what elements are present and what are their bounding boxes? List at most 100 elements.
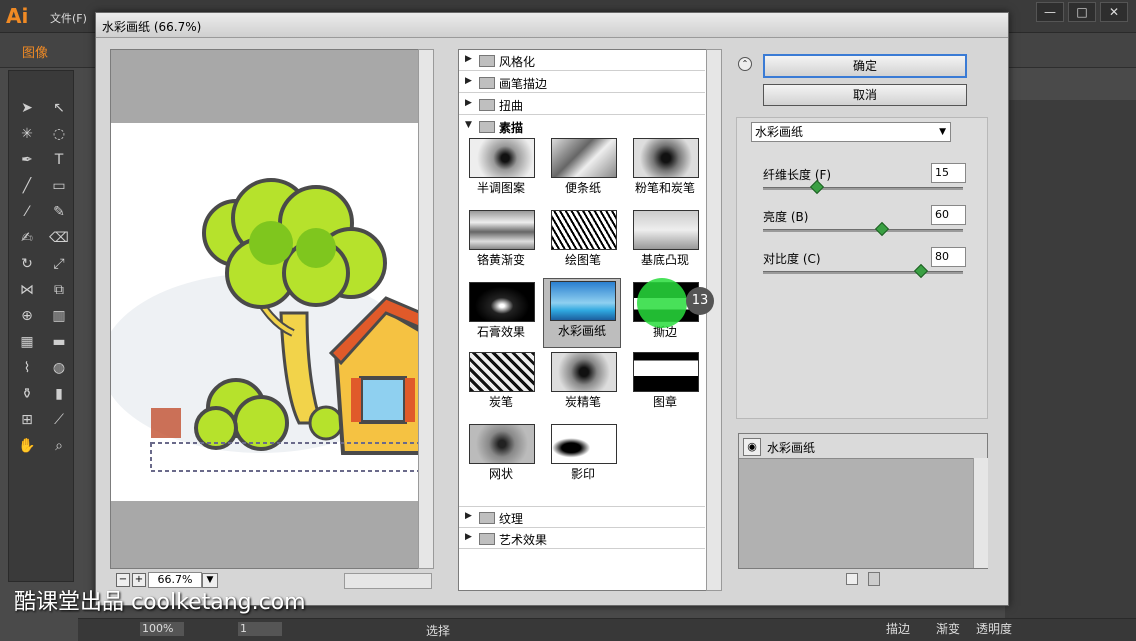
param-slider-track[interactable] — [763, 229, 963, 232]
layers-scrollbar[interactable] — [973, 458, 988, 568]
slice-tool-icon[interactable]: ⟋ — [47, 409, 71, 431]
category-label: 扭曲 — [499, 99, 524, 113]
thumb-image — [551, 424, 617, 464]
filter-thumb-chalk-charcoal[interactable]: 粉笔和炭笔 — [627, 136, 703, 204]
thumb-image — [633, 210, 699, 250]
category-sketch[interactable]: ▼ 素描 — [459, 116, 705, 137]
filter-thumb-halftone[interactable]: 半调图案 — [463, 136, 539, 204]
dialog-titlebar[interactable]: 水彩画纸 (66.7%) — [96, 13, 1008, 38]
filter-thumb-bas-relief[interactable]: 基底凸现 — [627, 208, 703, 276]
zoom-tool-icon[interactable]: ⌕ — [47, 435, 71, 457]
gradient-tool-icon[interactable]: ▬ — [47, 331, 71, 353]
collapse-gallery-icon[interactable]: ⌃ — [738, 57, 752, 71]
filter-thumb-note-paper[interactable]: 便条纸 — [545, 136, 621, 204]
pen-tool-icon[interactable]: ✒ — [15, 149, 39, 171]
eyedropper-icon[interactable]: ⌇ — [15, 357, 39, 379]
folder-icon — [479, 512, 495, 524]
filter-thumb-reticulation[interactable]: 网状 — [463, 422, 539, 490]
category-brush-strokes[interactable]: ▶ 画笔描边 — [459, 72, 705, 93]
category-texture[interactable]: ▶ 纹理 — [459, 506, 705, 528]
preview-vertical-scrollbar[interactable] — [418, 49, 434, 569]
new-effect-layer-icon[interactable] — [846, 573, 858, 585]
hand-tool-icon[interactable]: ✋ — [15, 435, 39, 457]
filter-thumb-charcoal[interactable]: 炭笔 — [463, 350, 539, 418]
filter-thumb-conte-crayon[interactable]: 炭精笔 — [545, 350, 621, 418]
thumb-label: 影印 — [570, 467, 595, 481]
eye-icon[interactable]: ◉ — [743, 438, 761, 456]
artboard-tool-icon[interactable]: ⊞ — [15, 409, 39, 431]
effect-layer-row[interactable]: ◉ 水彩画纸 — [739, 434, 987, 459]
thumb-image — [551, 210, 617, 250]
type-tool-icon[interactable]: T — [47, 149, 71, 171]
category-label: 风格化 — [499, 55, 536, 69]
blend-tool-icon[interactable]: ◍ — [47, 357, 71, 379]
filter-thumb-chrome[interactable]: 铬黄渐变 — [463, 208, 539, 276]
lasso-icon[interactable]: ◌ — [47, 123, 71, 145]
slider-knob-icon[interactable] — [913, 263, 928, 279]
free-transform-icon[interactable]: ⧉ — [47, 279, 71, 301]
width-tool-icon[interactable]: ⋈ — [15, 279, 39, 301]
thumb-label: 水彩画纸 — [557, 324, 606, 338]
status-zoom[interactable]: 100% — [140, 622, 184, 636]
thumb-image — [469, 424, 535, 464]
thumb-image — [469, 352, 535, 392]
panel-tab-transparency[interactable]: 透明度 — [976, 620, 1012, 637]
blob-brush-icon[interactable]: ✍ — [15, 227, 39, 249]
filter-thumb-photocopy[interactable]: 影印 — [545, 422, 621, 490]
direct-select-tool-icon[interactable]: ↖ — [47, 97, 71, 119]
mesh-tool-icon[interactable]: ▦ — [15, 331, 39, 353]
minimize-button[interactable]: — — [1036, 2, 1064, 22]
category-artistic[interactable]: ▶ 艺术效果 — [459, 528, 705, 549]
param-label: 纤维长度 (F) — [763, 168, 832, 182]
line-tool-icon[interactable]: ╱ — [15, 175, 39, 197]
filter-thumb-plaster[interactable]: 石膏效果 — [463, 280, 539, 348]
rectangle-tool-icon[interactable]: ▭ — [47, 175, 71, 197]
panel-tab-gradient[interactable]: 渐变 — [936, 620, 960, 637]
filter-list-scrollbar[interactable] — [706, 49, 722, 591]
expand-arrow-icon: ▶ — [465, 511, 472, 521]
graph-tool-icon[interactable]: ▥ — [47, 305, 71, 327]
symbol-sprayer-icon[interactable]: ⚱ — [15, 383, 39, 405]
magic-wand-icon[interactable]: ✳ — [15, 123, 39, 145]
menu-file[interactable]: 文件(F) — [50, 10, 87, 26]
param-value-input[interactable]: 15 — [931, 163, 966, 183]
preview-horizontal-scrollbar[interactable] — [344, 573, 432, 589]
category-stylize[interactable]: ▶ 风格化 — [459, 50, 705, 71]
column-graph-icon[interactable]: ▮ — [47, 383, 71, 405]
param-slider-track[interactable] — [763, 187, 963, 190]
ok-button[interactable]: 确定 — [763, 54, 967, 78]
app-logo: Ai — [6, 4, 29, 28]
eraser-tool-icon[interactable]: ⌫ — [47, 227, 71, 249]
cancel-button[interactable]: 取消 — [763, 84, 967, 106]
param-slider-track[interactable] — [763, 271, 963, 274]
filter-thumb-stamp[interactable]: 图章 — [627, 350, 703, 418]
category-distort[interactable]: ▶ 扭曲 — [459, 94, 705, 115]
thumb-label: 图章 — [652, 395, 677, 409]
shape-builder-icon[interactable]: ⊕ — [15, 305, 39, 327]
filter-thumb-graphic-pen[interactable]: 绘图笔 — [545, 208, 621, 276]
trash-icon[interactable] — [868, 572, 880, 586]
selection-tool-icon[interactable]: ➤ — [15, 97, 39, 119]
panel-tab-stroke[interactable]: 描边 — [886, 620, 910, 637]
category-label: 画笔描边 — [499, 77, 548, 91]
window-controls: — □ ✕ — [1036, 2, 1128, 22]
thumb-label: 网状 — [488, 467, 513, 481]
scale-tool-icon[interactable]: ⤢ — [47, 253, 71, 275]
category-label: 素描 — [499, 121, 524, 135]
close-button[interactable]: ✕ — [1100, 2, 1128, 22]
brush-tool-icon[interactable]: ⁄ — [15, 201, 39, 223]
slider-knob-icon[interactable] — [874, 221, 889, 237]
maximize-button[interactable]: □ — [1068, 2, 1096, 22]
param-value-input[interactable]: 60 — [931, 205, 966, 225]
watermark: 酷课堂出品 coolketang.com — [14, 590, 306, 615]
pencil-tool-icon[interactable]: ✎ — [47, 201, 71, 223]
click-indicator — [637, 278, 687, 328]
param-value-input[interactable]: 80 — [931, 247, 966, 267]
filter-thumb-water-paper[interactable]: 水彩画纸 — [543, 278, 621, 348]
thumb-label: 粉笔和炭笔 — [634, 181, 695, 195]
status-page[interactable]: 1 — [238, 622, 282, 636]
thumb-label: 炭笔 — [488, 395, 513, 409]
preview-pane[interactable] — [110, 49, 434, 569]
filter-select[interactable]: 水彩画纸 ▼ — [751, 122, 951, 142]
rotate-tool-icon[interactable]: ↻ — [15, 253, 39, 275]
